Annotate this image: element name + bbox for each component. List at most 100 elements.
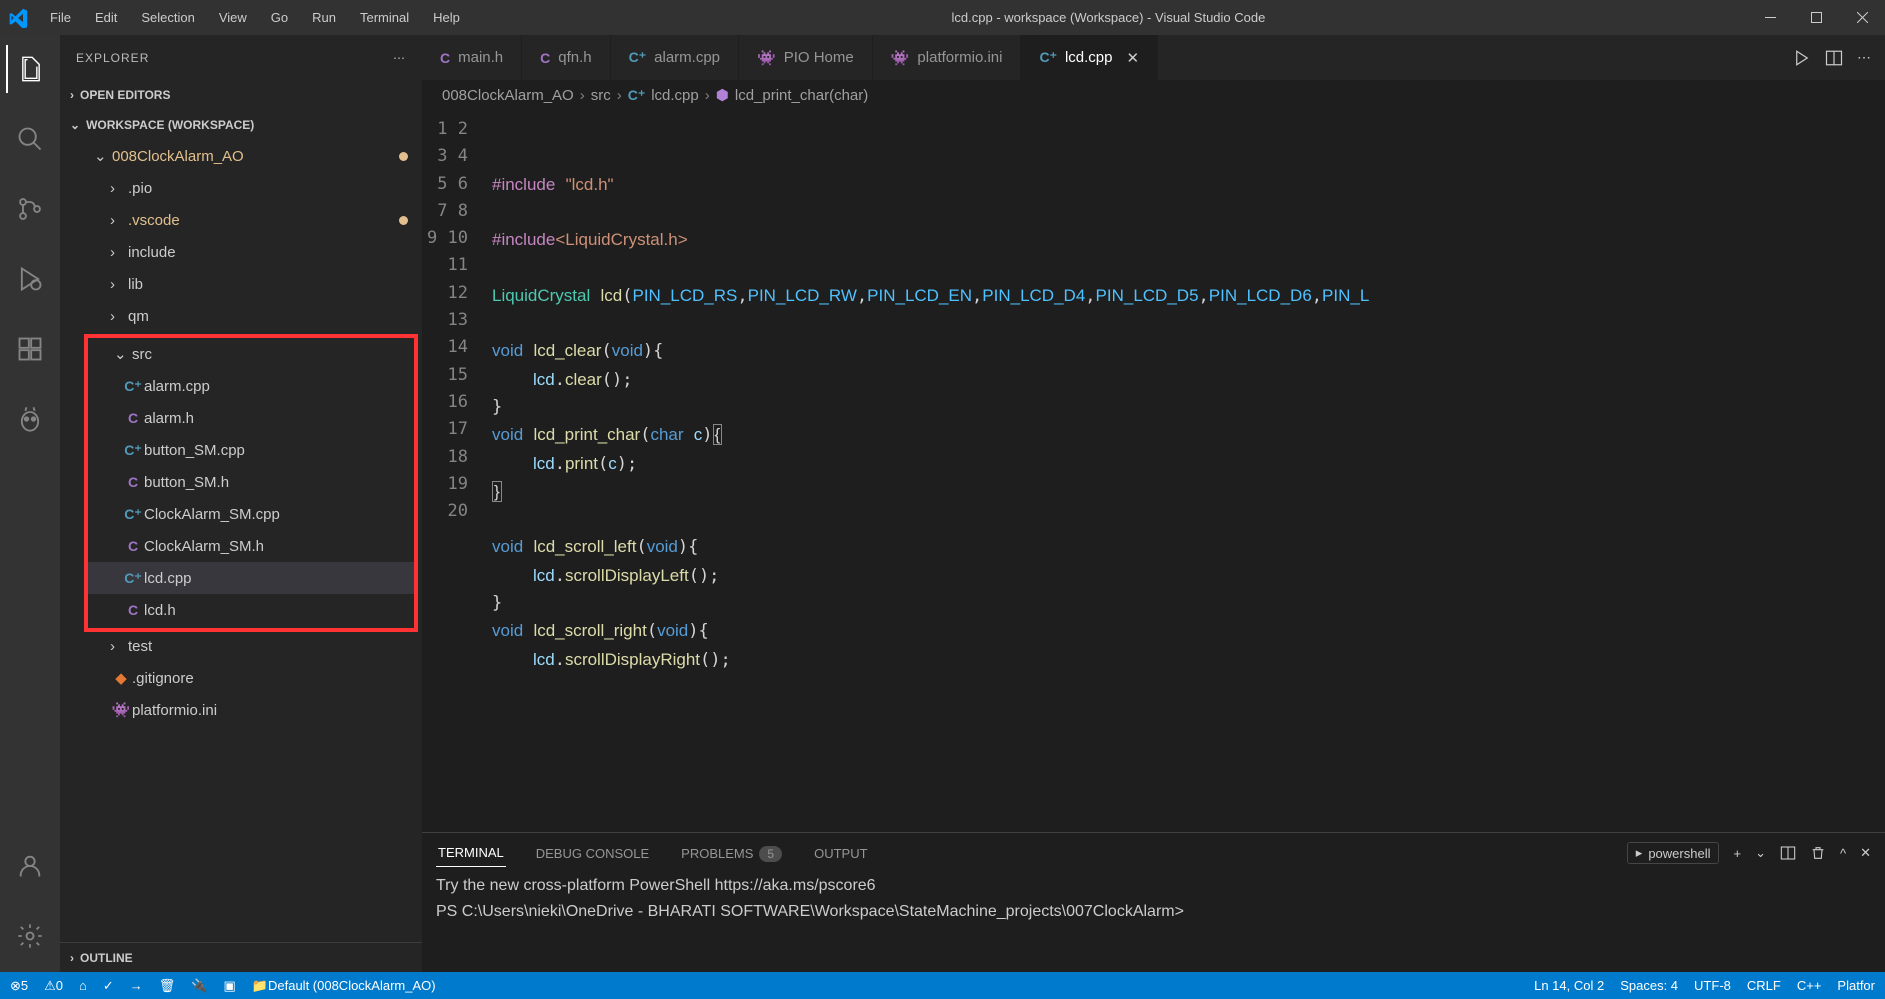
search-icon[interactable] — [6, 115, 54, 163]
workspace-section[interactable]: ⌄ WORKSPACE (WORKSPACE) — [60, 110, 422, 140]
tab-label: alarm.cpp — [654, 49, 720, 66]
panel-tab-terminal[interactable]: TERMINAL — [436, 839, 506, 867]
pio-home-icon[interactable]: ⌂ — [79, 978, 87, 993]
explorer-icon[interactable] — [6, 45, 54, 93]
tab-pio-home[interactable]: 👾PIO Home — [739, 35, 873, 80]
maximize-panel-icon[interactable]: ^ — [1840, 846, 1846, 861]
menu-file[interactable]: File — [40, 6, 81, 29]
breadcrumb-item[interactable]: lcd_print_char(char) — [735, 87, 868, 104]
terminal-shell-selector[interactable]: ▸powershell — [1627, 842, 1720, 864]
file-alarm-h[interactable]: Calarm.h — [88, 402, 414, 434]
terminal-line: Try the new cross-platform PowerShell ht… — [436, 877, 1871, 895]
file-alarm-cpp[interactable]: C⁺alarm.cpp — [88, 370, 414, 402]
folder-src[interactable]: ⌄src — [88, 338, 414, 370]
tab-main-h[interactable]: Cmain.h — [422, 35, 522, 80]
terminal-body[interactable]: Try the new cross-platform PowerShell ht… — [422, 873, 1885, 972]
tab-qfn-h[interactable]: Cqfn.h — [522, 35, 611, 80]
menu-help[interactable]: Help — [423, 6, 470, 29]
warnings-icon[interactable]: ⚠ 0 — [44, 978, 63, 994]
split-editor-icon[interactable] — [1825, 49, 1843, 67]
file-clockalarm-h[interactable]: CClockAlarm_SM.h — [88, 530, 414, 562]
panel-tab-debug[interactable]: DEBUG CONSOLE — [534, 840, 651, 867]
code-token: lcd_clear — [533, 341, 601, 360]
pio-upload-icon[interactable]: → — [130, 978, 143, 993]
panel-tab-problems[interactable]: PROBLEMS5 — [679, 840, 784, 867]
settings-gear-icon[interactable] — [6, 912, 54, 960]
folder-pio[interactable]: ›.pio — [60, 172, 422, 204]
status-bar: ⊗ 5 ⚠ 0 ⌂ ✓ → 🗑 🔌 ▣ 📁 Default (008ClockA… — [0, 972, 1885, 999]
menu-run[interactable]: Run — [302, 6, 346, 29]
file-label: button_SM.cpp — [144, 442, 245, 459]
remote-icon[interactable]: ⊗ 5 — [10, 978, 28, 994]
terminal-dropdown-icon[interactable]: ⌄ — [1755, 845, 1766, 861]
bottom-panel: TERMINAL DEBUG CONSOLE PROBLEMS5 OUTPUT … — [422, 832, 1885, 972]
platformio-icon[interactable] — [6, 395, 54, 443]
code-token: void — [492, 537, 523, 556]
pio-terminal-icon[interactable]: ▣ — [224, 978, 236, 994]
editor-body[interactable]: 1 2 3 4 5 6 7 8 9 10 11 12 13 14 15 16 1… — [422, 110, 1885, 832]
menu-go[interactable]: Go — [261, 6, 298, 29]
file-lcd-h[interactable]: Clcd.h — [88, 594, 414, 626]
status-language[interactable]: C++ — [1797, 978, 1822, 993]
minimize-button[interactable] — [1747, 0, 1793, 35]
pio-serial-icon[interactable]: 🔌 — [191, 978, 207, 994]
open-editors-section[interactable]: › OPEN EDITORS — [60, 80, 422, 110]
status-spaces[interactable]: Spaces: 4 — [1620, 978, 1678, 993]
folder-lib[interactable]: ›lib — [60, 268, 422, 300]
panel-tab-output[interactable]: OUTPUT — [812, 840, 869, 867]
status-encoding[interactable]: UTF-8 — [1694, 978, 1731, 993]
split-terminal-icon[interactable] — [1780, 845, 1796, 861]
menu-terminal[interactable]: Terminal — [350, 6, 419, 29]
run-icon[interactable] — [1793, 49, 1811, 67]
minimap[interactable] — [1795, 110, 1885, 832]
file-button-h[interactable]: Cbutton_SM.h — [88, 466, 414, 498]
breadcrumb-item[interactable]: src — [591, 87, 611, 104]
more-icon[interactable]: ⋯ — [1857, 49, 1871, 66]
run-debug-icon[interactable] — [6, 255, 54, 303]
file-button-cpp[interactable]: C⁺button_SM.cpp — [88, 434, 414, 466]
extensions-icon[interactable] — [6, 325, 54, 373]
outline-section[interactable]: › OUTLINE — [60, 942, 422, 972]
folder-test[interactable]: ›test — [60, 630, 422, 662]
maximize-button[interactable] — [1793, 0, 1839, 35]
platformio-icon: 👾 — [757, 49, 776, 67]
chevron-right-icon: › — [70, 88, 74, 102]
menu-view[interactable]: View — [209, 6, 257, 29]
file-gitignore[interactable]: ◆.gitignore — [60, 662, 422, 694]
status-ln-col[interactable]: Ln 14, Col 2 — [1534, 978, 1604, 993]
source-control-icon[interactable] — [6, 185, 54, 233]
folder-include[interactable]: ›include — [60, 236, 422, 268]
open-editors-label: OPEN EDITORS — [80, 88, 170, 102]
kill-terminal-icon[interactable] — [1810, 845, 1826, 861]
pio-env-icon[interactable]: 📁 Default (008ClockAlarm_AO) — [252, 978, 436, 994]
folder-vscode[interactable]: ›.vscode — [60, 204, 422, 236]
file-platformio-ini[interactable]: 👾platformio.ini — [60, 694, 422, 726]
breadcrumb-item[interactable]: lcd.cpp — [651, 87, 699, 104]
more-icon[interactable]: ⋯ — [393, 51, 406, 65]
close-panel-icon[interactable]: ✕ — [1860, 845, 1871, 861]
cpp-file-icon: C⁺ — [122, 506, 144, 523]
new-terminal-icon[interactable]: + — [1733, 846, 1741, 861]
sidebar-header: EXPLORER ⋯ — [60, 35, 422, 80]
pio-build-icon[interactable]: ✓ — [103, 978, 114, 994]
status-platform[interactable]: Platfor — [1837, 978, 1875, 993]
folder-qm[interactable]: ›qm — [60, 300, 422, 332]
close-tab-icon[interactable]: ✕ — [1127, 49, 1140, 67]
menu-selection[interactable]: Selection — [131, 6, 204, 29]
tab-platformio-ini[interactable]: 👾platformio.ini — [873, 35, 1022, 80]
status-eol[interactable]: CRLF — [1747, 978, 1781, 993]
breadcrumb[interactable]: 008ClockAlarm_AO› src› C⁺lcd.cpp› ⬢lcd_p… — [422, 80, 1885, 110]
breadcrumb-item[interactable]: 008ClockAlarm_AO — [442, 87, 574, 104]
pio-clean-icon[interactable]: 🗑 — [159, 978, 176, 994]
folder-label: .vscode — [128, 212, 180, 229]
close-button[interactable] — [1839, 0, 1885, 35]
powershell-icon: ▸ — [1636, 845, 1643, 861]
accounts-icon[interactable] — [6, 842, 54, 890]
file-lcd-cpp[interactable]: C⁺lcd.cpp — [88, 562, 414, 594]
code-content[interactable]: #include "lcd.h" #include<LiquidCrystal.… — [492, 110, 1795, 832]
menu-edit[interactable]: Edit — [85, 6, 127, 29]
folder-project[interactable]: ⌄ 008ClockAlarm_AO — [60, 140, 422, 172]
tab-lcd-cpp[interactable]: C⁺lcd.cpp✕ — [1021, 35, 1158, 80]
file-clockalarm-cpp[interactable]: C⁺ClockAlarm_SM.cpp — [88, 498, 414, 530]
tab-alarm-cpp[interactable]: C⁺alarm.cpp — [611, 35, 739, 80]
